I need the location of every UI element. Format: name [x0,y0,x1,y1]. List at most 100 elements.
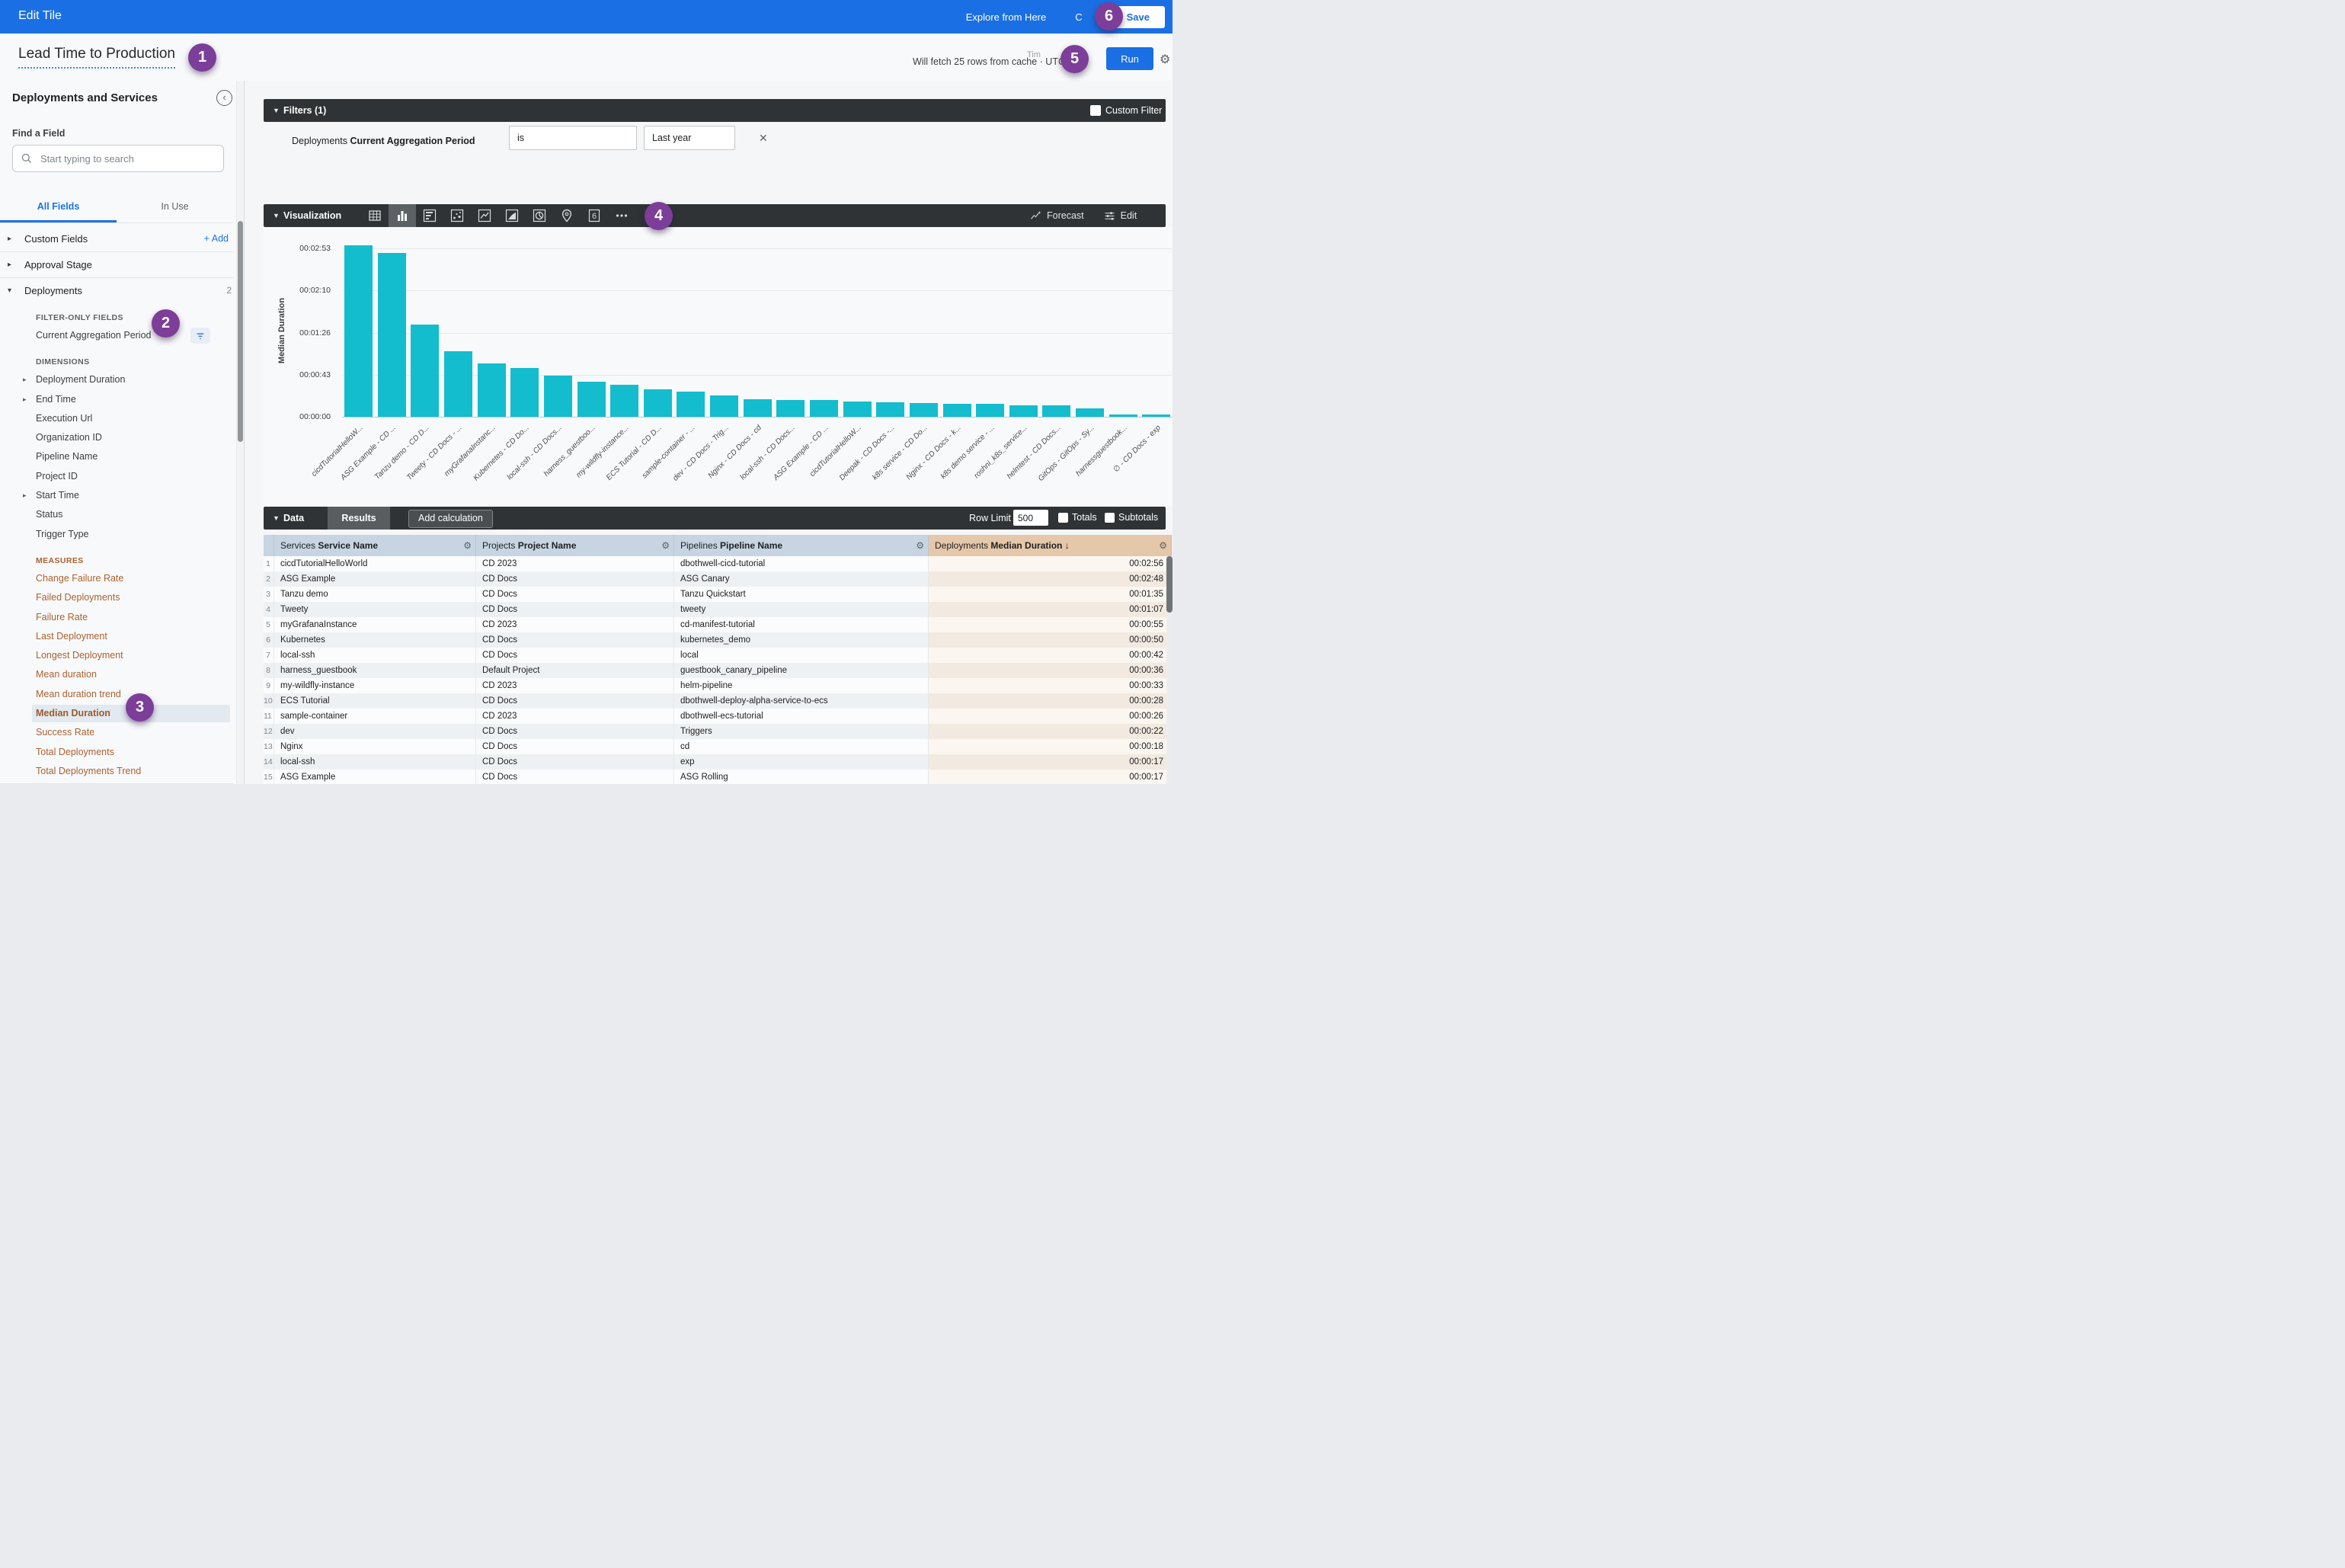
bar-ecs-tutorial-cd-d[interactable] [644,389,672,417]
timezone-dropdown[interactable]: Tim [1027,50,1041,59]
table-row[interactable]: 13NginxCD Docscd00:00:18 [264,739,1172,754]
bar-cicdtutorialhellow[interactable] [344,245,373,417]
table-chart-icon[interactable] [361,204,389,227]
cell-median-duration[interactable]: 00:00:50 [929,632,1172,648]
gear-icon[interactable]: ⚙ [1160,52,1170,67]
sort-desc-icon[interactable]: ↓ [1062,540,1069,551]
table-row[interactable]: 4TweetyCD Docstweety00:01:07 [264,602,1172,617]
subtotals-checkbox[interactable] [1105,513,1115,523]
table-row[interactable]: 6KubernetesCD Docskubernetes_demo00:00:5… [264,632,1172,648]
field-label[interactable]: Failure Rate [36,608,88,627]
bar-tanzu-demo-cd-d[interactable] [411,325,439,417]
cell[interactable]: Triggers [674,724,929,739]
filters-section-header[interactable]: ▼ Filters (1) Custom Filter [264,99,1166,122]
cell[interactable]: sample-container [274,709,476,724]
field-item-total-deployments[interactable]: Total Deployments [0,743,233,762]
cell-median-duration[interactable]: 00:00:26 [929,709,1172,724]
tile-title-input[interactable]: Lead Time to Production [18,46,175,69]
caret-right-icon[interactable]: ▸ [23,390,27,409]
bar-harnessguestbook[interactable] [1109,414,1137,417]
bar-sample-container[interactable] [677,392,705,417]
bar-deepak-cd-docs[interactable] [876,402,904,417]
cell[interactable]: tweety [674,602,929,617]
line-chart-icon[interactable] [471,204,498,227]
collapse-sidebar-icon[interactable]: ‹ [216,90,232,106]
group-label[interactable]: Deployments [24,280,82,301]
field-search-box[interactable] [12,145,224,172]
cell[interactable]: CD 2023 [476,556,674,571]
table-row[interactable]: 7local-sshCD Docslocal00:00:42 [264,648,1172,663]
cell-median-duration[interactable]: 00:00:17 [929,770,1172,784]
bar-roshni-k8s-service[interactable] [1009,405,1038,417]
field-item-last-deployment[interactable]: Last Deployment [0,627,233,646]
group-label[interactable]: Approval Stage [24,254,92,275]
cell[interactable]: CD 2023 [476,678,674,693]
field-item-end-time[interactable]: ▸End Time [0,390,233,409]
field-item-execution-url[interactable]: Execution Url [0,409,233,428]
sidebar-group-deployments[interactable]: ▾Deployments2 [0,280,233,301]
table-row[interactable]: 8harness_guestbookDefault Projectguestbo… [264,663,1172,678]
bar-local-ssh-cd-docs[interactable] [776,400,805,417]
cell[interactable]: myGrafanaInstance [274,617,476,632]
cell-median-duration[interactable]: 00:01:07 [929,602,1172,617]
field-label[interactable]: Status [36,505,62,524]
cell-median-duration[interactable]: 00:00:36 [929,663,1172,678]
field-label[interactable]: Start Time [36,486,79,505]
caret-right-icon[interactable]: ▸ [8,254,11,275]
bar-asg-example-cd[interactable] [810,400,838,417]
cell[interactable]: ASG Canary [674,571,929,587]
bar-tweety-cd-docs[interactable] [444,351,472,417]
cell[interactable]: local-ssh [274,754,476,770]
bar-k8s-demo-service[interactable] [976,404,1004,417]
table-row[interactable]: 5myGrafanaInstanceCD 2023cd-manifest-tut… [264,617,1172,632]
cell[interactable]: CD Docs [476,739,674,754]
field-label[interactable]: Change Failure Rate [36,569,123,588]
forecast-button[interactable]: Forecast [1030,210,1084,222]
sidebar-group-custom-fields[interactable]: ▸Custom Fields+ Add [0,229,233,249]
field-item-failed-deployments[interactable]: Failed Deployments [0,588,233,607]
row-limit-input[interactable] [1013,510,1048,526]
cell-median-duration[interactable]: 00:00:17 [929,754,1172,770]
bar-harness-guestboo[interactable] [577,382,606,417]
cell-median-duration[interactable]: 00:00:28 [929,693,1172,709]
field-label[interactable]: Organization ID [36,428,102,447]
bar-nginx-cd-docs-cd[interactable] [744,399,772,417]
field-item-deployment-duration[interactable]: ▸Deployment Duration [0,370,233,389]
field-item-median-duration[interactable]: Median Duration [0,704,233,723]
field-label[interactable]: Pipeline Name [36,447,98,466]
cell-median-duration[interactable]: 00:00:55 [929,617,1172,632]
bar-k8s-service-cd-do[interactable] [910,403,938,417]
cell[interactable]: CD Docs [476,602,674,617]
cell-median-duration[interactable]: 00:01:35 [929,587,1172,602]
bar-local-ssh-cd-docs[interactable] [544,376,572,417]
table-row[interactable]: 9my-wildfly-instanceCD 2023helm-pipeline… [264,678,1172,693]
table-row[interactable]: 15ASG ExampleCD DocsASG Rolling00:00:17 [264,770,1172,784]
cell[interactable]: cd-manifest-tutorial [674,617,929,632]
cell[interactable]: Tanzu demo [274,587,476,602]
run-button[interactable]: Run [1106,47,1153,70]
cell[interactable]: dbothwell-deploy-alpha-service-to-ecs [674,693,929,709]
cell[interactable]: CD 2023 [476,617,674,632]
field-label[interactable]: Success Rate [36,723,94,742]
tab-in-use[interactable]: In Use [117,190,233,222]
field-label[interactable]: Mean duration [36,665,97,684]
totals-checkbox[interactable] [1058,513,1068,523]
caret-down-icon[interactable]: ▾ [8,280,11,301]
field-item-start-time[interactable]: ▸Start Time [0,486,233,505]
area-chart-icon[interactable] [498,204,526,227]
cell[interactable]: dbothwell-cicd-tutorial [674,556,929,571]
cell[interactable]: my-wildfly-instance [274,678,476,693]
cell-median-duration[interactable]: 00:02:48 [929,571,1172,587]
field-item-organization-id[interactable]: Organization ID [0,428,233,447]
column-header-project-name[interactable]: Projects Project Name⚙ [476,535,674,556]
bar-kubernetes-cd-do[interactable] [510,368,539,417]
results-tab[interactable]: Results [328,507,390,530]
custom-filter-checkbox[interactable] [1090,105,1101,116]
cell-median-duration[interactable]: 00:00:22 [929,724,1172,739]
cell[interactable]: dbothwell-ecs-tutorial [674,709,929,724]
bar-helmtest-cd-docs[interactable] [1042,405,1070,417]
field-label[interactable]: Last Deployment [36,627,107,646]
cell[interactable]: Default Project [476,663,674,678]
bar-mygrafanainstanc[interactable] [478,363,506,417]
field-search-input[interactable] [39,152,223,165]
